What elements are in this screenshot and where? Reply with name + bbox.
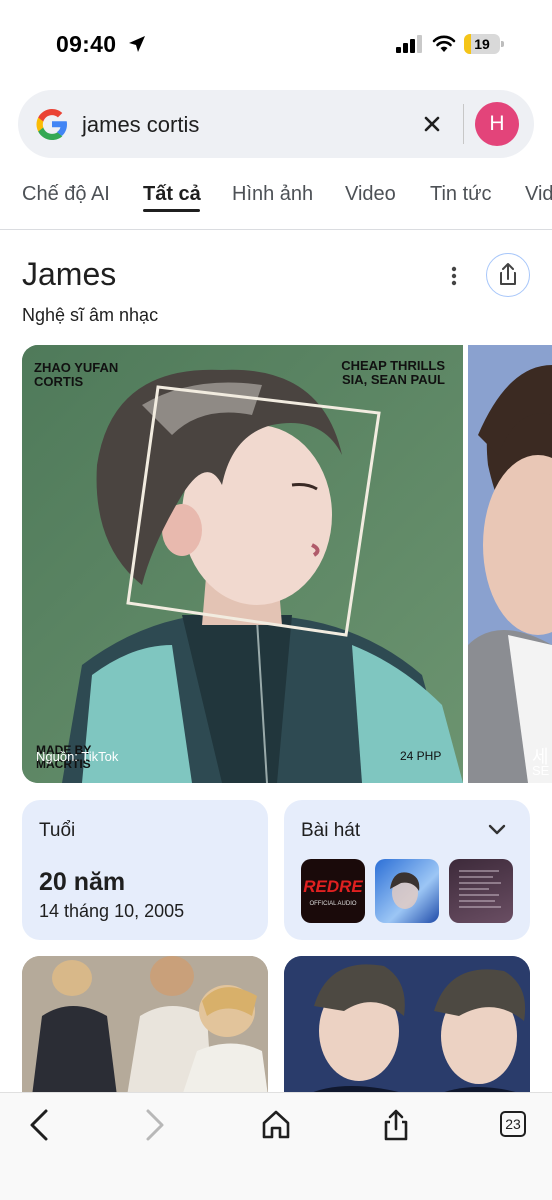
- tab-video[interactable]: Video: [345, 183, 396, 206]
- browser-toolbar: 23: [0, 1092, 552, 1200]
- search-bar[interactable]: james cortis H: [18, 90, 534, 158]
- status-bar: 09:40 19: [0, 0, 552, 86]
- song-thumbnail-2[interactable]: [375, 859, 439, 923]
- google-logo-icon: [36, 109, 67, 140]
- clear-search-icon[interactable]: [418, 110, 446, 138]
- battery-icon: 19: [464, 34, 504, 54]
- back-icon[interactable]: [24, 1107, 54, 1143]
- birth-date: 14 tháng 10, 2005: [39, 901, 185, 921]
- song-thumbnail-1[interactable]: REDRE OFFICIAL AUDIO: [301, 859, 365, 923]
- songs-label: Bài hát: [301, 820, 361, 841]
- photo-result-1[interactable]: [22, 956, 268, 1096]
- tabs-count-button[interactable]: 23: [500, 1111, 526, 1137]
- tab-news[interactable]: Tin tức: [430, 183, 492, 206]
- side-portrait-illustration: [468, 345, 552, 783]
- active-tab-indicator: [143, 209, 200, 212]
- side-image[interactable]: 세 SE: [468, 345, 552, 783]
- image-source: Nguồn: TikTok: [36, 749, 119, 764]
- age-label: Tuổi: [39, 820, 76, 841]
- hero-label-top-right: CHEAP THRILLS SIA, SEAN PAUL: [341, 358, 445, 387]
- location-arrow-icon: [129, 36, 145, 52]
- entity-title: James: [22, 256, 117, 292]
- share-icon: [499, 262, 516, 285]
- forward-icon[interactable]: [140, 1107, 170, 1143]
- battery-level: 19: [474, 36, 490, 52]
- chevron-down-icon[interactable]: [486, 822, 508, 838]
- song-thumbnail-3[interactable]: [449, 859, 513, 923]
- tab-video-2[interactable]: Vid: [525, 183, 552, 206]
- search-divider: [463, 104, 464, 144]
- tab-ai-mode[interactable]: Chế độ AI: [22, 183, 110, 206]
- account-avatar[interactable]: H: [475, 102, 519, 146]
- share-button[interactable]: [486, 253, 530, 297]
- cellular-signal-icon: [396, 35, 422, 53]
- tab-all[interactable]: Tất cả: [143, 183, 201, 206]
- share-page-icon[interactable]: [380, 1107, 412, 1143]
- status-time: 09:40: [56, 31, 117, 57]
- hero-duration: 24 PHP: [400, 749, 442, 763]
- hero-label-top-left: ZHAO YUFAN CORTIS: [34, 360, 119, 389]
- photo-result-2[interactable]: [284, 956, 530, 1096]
- portrait-illustration: [22, 345, 463, 783]
- hero-image[interactable]: ZHAO YUFAN CORTIS CHEAP THRILLS SIA, SEA…: [22, 345, 463, 783]
- home-icon[interactable]: [260, 1107, 292, 1143]
- wifi-icon: [432, 35, 456, 52]
- songs-card[interactable]: Bài hát REDRE OFFICIAL AUDIO: [284, 800, 530, 940]
- more-options-icon[interactable]: [444, 264, 464, 288]
- age-card[interactable]: Tuổi 20 năm 14 tháng 10, 2005: [22, 800, 268, 940]
- entity-subtitle: Nghệ sĩ âm nhạc: [22, 305, 159, 325]
- tab-images[interactable]: Hình ảnh: [232, 183, 313, 206]
- search-tabs: Chế độ AI Tất cả Hình ảnh Video Tin tức …: [0, 176, 552, 230]
- age-value: 20 năm: [39, 868, 126, 896]
- side-image-caption-2: SE: [532, 763, 550, 778]
- search-input[interactable]: james cortis: [82, 112, 199, 138]
